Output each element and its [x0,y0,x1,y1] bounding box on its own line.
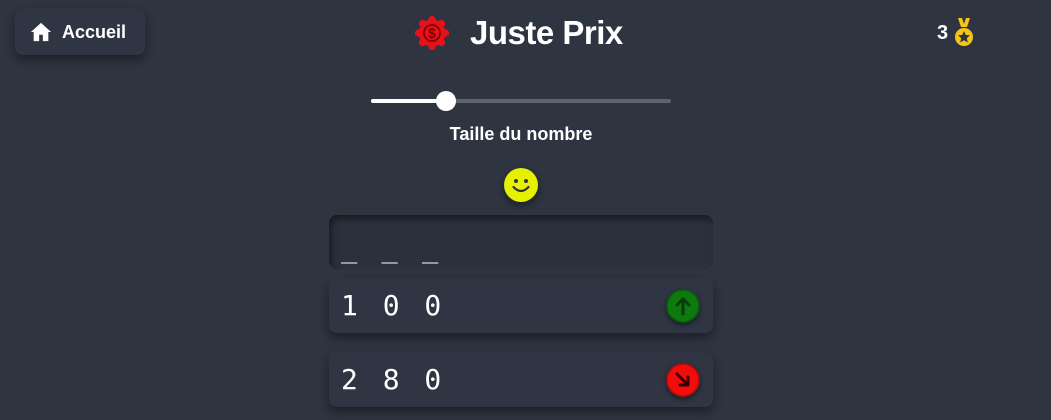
medal-icon [955,18,974,46]
slider-label: Taille du nombre [449,124,593,144]
app-header: $ Juste Prix [414,12,623,54]
arrow-up-icon [666,289,700,323]
home-icon [30,22,52,42]
guess-value: 1 0 0 [341,289,446,322]
guess-input[interactable]: _ _ _ [329,215,713,269]
svg-text:$: $ [428,26,436,41]
number-size-slider[interactable] [371,90,671,112]
smiley-face-icon [504,168,538,202]
slider-fill [371,99,446,103]
score-value: 3 [937,21,949,44]
score-display: 3 [937,16,974,50]
dollar-badge-icon: $ [414,15,450,51]
slider-thumb[interactable] [436,91,456,111]
home-button[interactable]: Accueil [15,9,145,55]
guess-row-2: 2 8 0 [329,353,713,407]
arrow-down-right-icon [666,363,700,397]
guess-value: 2 8 0 [341,363,446,396]
guess-input-placeholder: _ _ _ [341,233,443,264]
home-button-label: Accueil [62,21,127,42]
guess-row-1: 1 0 0 [329,279,713,333]
page-title: Juste Prix [470,14,623,51]
